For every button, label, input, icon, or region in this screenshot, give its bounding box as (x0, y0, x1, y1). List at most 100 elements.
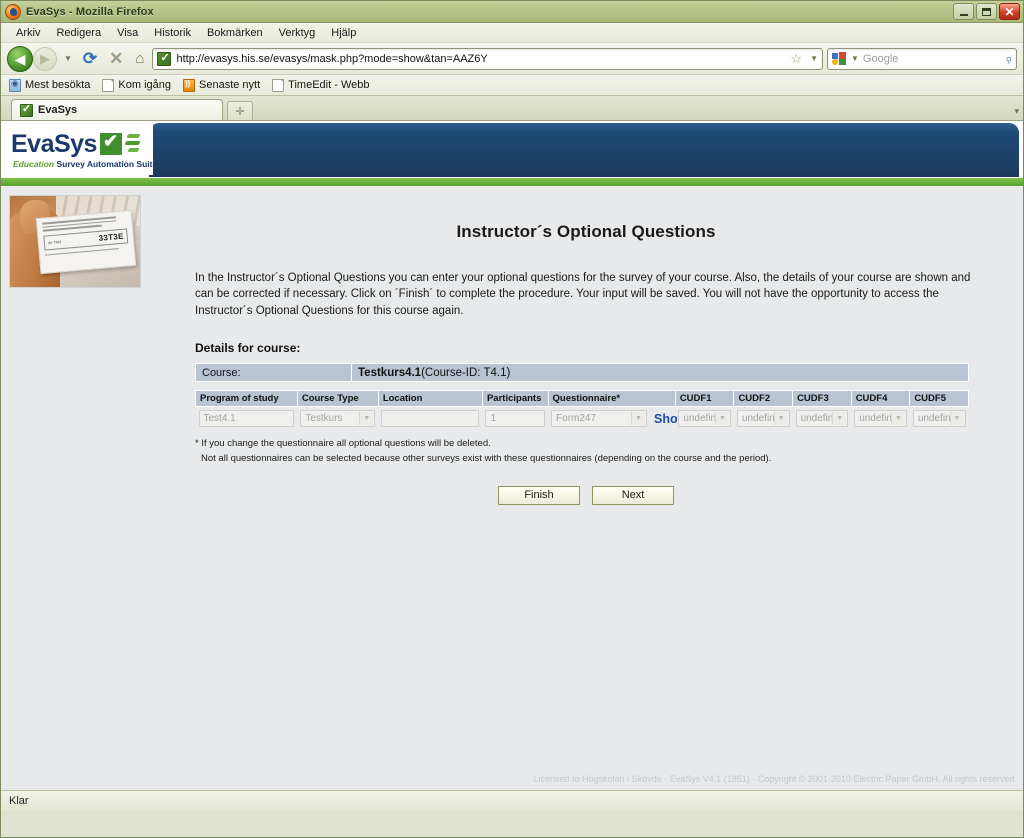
cell-cudf3: undefined ▼ (792, 406, 852, 432)
logo-tagline-em: Education (13, 158, 55, 169)
bookmark-kom-igang[interactable]: Kom igång (102, 78, 172, 92)
tan-code-box: Ihr TAN 33T3E (43, 227, 129, 251)
evasys-logo: EvaSys Education Survey Automation Suite (7, 125, 157, 175)
bookmark-label: TimeEdit - Webb (288, 79, 370, 91)
window-title: EvaSys - Mozilla Firefox (26, 5, 154, 18)
menu-item-visa[interactable]: Visa (110, 25, 145, 41)
col-cudf3: CUDF3 (792, 390, 852, 408)
cell-course-type: Testkurs ▼ (297, 406, 379, 432)
next-button[interactable]: Next (592, 485, 674, 505)
close-button[interactable]: ✕ (999, 3, 1020, 20)
forward-button[interactable]: ▶ (33, 46, 57, 71)
cell-location (378, 406, 483, 432)
col-course-type: Course Type (296, 390, 379, 408)
menu-item-historik[interactable]: Historik (147, 25, 198, 41)
col-questionnaire: Questionnaire* (547, 390, 676, 408)
window-controls: ✕ (953, 3, 1020, 20)
bookmark-timeedit-webb[interactable]: TimeEdit - Webb (272, 78, 370, 92)
new-tab-button[interactable]: ✛ (227, 101, 253, 120)
cell-cudf1: undefined ▼ (675, 406, 734, 432)
participants-input[interactable]: 1 (485, 410, 546, 428)
bookmark-label: Senaste nytt (199, 79, 261, 91)
cudf4-select[interactable]: undefined ▼ (854, 410, 907, 428)
col-cudf1: CUDF1 (674, 390, 735, 408)
menu-item-hjalp[interactable]: Hjälp (324, 25, 363, 41)
cudf5-select[interactable]: undefined ▼ (912, 410, 966, 428)
form-buttons: Finish Next (149, 485, 1023, 505)
history-dropdown-icon[interactable]: ▼ (61, 54, 75, 63)
col-cudf4: CUDF4 (850, 390, 911, 408)
banner-blue-panel (149, 123, 1019, 177)
col-program-of-study: Program of study (195, 390, 298, 408)
footnote-line-2: Not all questionnaires can be selected b… (201, 452, 772, 464)
maximize-button[interactable] (976, 3, 997, 20)
tab-label: EvaSys (38, 104, 78, 116)
search-engine-chevron-icon[interactable]: ▼ (851, 54, 859, 63)
search-input[interactable]: Google (863, 53, 1001, 65)
cell-cudf4: undefined ▼ (851, 406, 910, 432)
logo-tagline: Education Survey Automation Suite (7, 158, 157, 169)
questionnaire-value: Form247 (556, 413, 597, 425)
reload-icon[interactable]: ⟳ (79, 49, 101, 69)
cell-questionnaire: Form247 ▼ Show (548, 406, 687, 432)
chevron-down-icon: ▼ (714, 412, 729, 426)
col-participants: Participants (481, 390, 549, 408)
star-icon (9, 78, 21, 92)
home-icon[interactable]: ⌂ (131, 50, 148, 67)
page-content: Ihr TAN 33T3E Instructor´s Optional Ques… (1, 186, 1023, 790)
page-title: Instructor´s Optional Questions (456, 222, 716, 241)
page-icon (102, 78, 115, 92)
details-heading: Details for course: (195, 341, 301, 356)
cell-program-of-study: Test4.1 (195, 406, 298, 432)
program-of-study-input[interactable]: Test4.1 (198, 410, 295, 428)
cudf3-select[interactable]: undefined ▼ (795, 410, 849, 428)
location-input[interactable] (381, 410, 480, 428)
tan-code-value: 33T3E (98, 231, 124, 243)
url-text[interactable]: http://evasys.his.se/evasys/mask.php?mod… (176, 53, 785, 65)
chevron-down-icon: ▼ (359, 412, 374, 426)
cudf1-select[interactable]: undefined ▼ (678, 410, 731, 428)
course-type-value: Testkurs (305, 413, 343, 425)
back-button[interactable]: ◀ (7, 45, 33, 72)
menu-item-arkiv[interactable]: Arkiv (9, 25, 47, 41)
green-divider-bar (1, 177, 1023, 186)
browser-window: EvaSys - Mozilla Firefox ✕ Arkiv Rediger… (0, 0, 1024, 838)
stop-icon[interactable]: ✕ (105, 49, 127, 69)
title-bar: EvaSys - Mozilla Firefox ✕ (1, 1, 1023, 23)
bookmark-mest-besokta[interactable]: Mest besökta (9, 78, 90, 92)
course-id: (Course-ID: T4.1) (421, 366, 511, 379)
bookmark-senaste-nytt[interactable]: Senaste nytt (183, 78, 261, 92)
firefox-logo-icon (5, 3, 21, 20)
checkmark-icon (99, 131, 122, 155)
minimize-button[interactable] (953, 3, 974, 20)
course-value: Testkurs4.1 (Course-ID: T4.1) (352, 364, 968, 382)
search-icon[interactable]: ⌕ (1000, 50, 1016, 66)
address-bar[interactable]: http://evasys.his.se/evasys/mask.php?mod… (152, 47, 823, 70)
list-all-tabs-icon[interactable]: ▾ (1014, 106, 1019, 117)
tab-favicon-icon (20, 102, 33, 117)
bookmark-label: Kom igång (118, 79, 172, 91)
cell-participants: 1 (482, 406, 549, 432)
col-cudf2: CUDF2 (733, 390, 794, 408)
search-bar[interactable]: ▼ Google ⌕ (827, 47, 1017, 70)
menu-item-verktyg[interactable]: Verktyg (272, 25, 323, 41)
intro-paragraph: In the Instructor´s Optional Questions y… (195, 272, 971, 317)
navigation-toolbar: ◀ ▶ ▼ ⟳ ✕ ⌂ http://evasys.his.se/evasys/… (1, 43, 1023, 75)
tab-strip: EvaSys ✛ ▾ (1, 96, 1023, 121)
menu-item-bokmarken[interactable]: Bokmärken (200, 25, 270, 41)
page-footer-license: Licensed to Högskolan i Skövde - EvaSys … (533, 774, 1017, 784)
site-favicon-icon (157, 51, 172, 66)
menu-item-redigera[interactable]: Redigera (49, 25, 108, 41)
chevron-down-icon: ▼ (890, 412, 905, 426)
bookmark-star-icon[interactable]: ☆ (790, 51, 802, 67)
chevron-down-icon[interactable]: ▼ (807, 54, 818, 63)
bookmarks-toolbar: Mest besökta Kom igång Senaste nytt Time… (1, 75, 1023, 96)
course-name: Testkurs4.1 (358, 366, 422, 379)
finish-button[interactable]: Finish (498, 485, 580, 505)
course-type-select[interactable]: Testkurs ▼ (300, 410, 376, 428)
tab-evasys[interactable]: EvaSys (11, 99, 223, 120)
questionnaire-select[interactable]: Form247 ▼ (551, 410, 648, 428)
col-location: Location (377, 390, 483, 408)
cudf2-select[interactable]: undefined ▼ (736, 410, 790, 428)
chevron-down-icon: ▼ (832, 412, 847, 426)
